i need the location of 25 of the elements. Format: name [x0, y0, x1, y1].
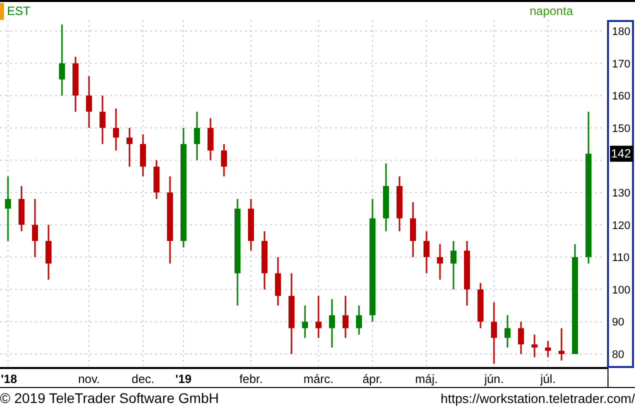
axis-label: 110: [612, 252, 630, 264]
axis-label: júl.: [540, 372, 556, 386]
axis-label: 170: [612, 58, 630, 70]
axis-label: '19: [175, 372, 192, 386]
axis-label: febr.: [239, 372, 263, 386]
axis-label: márc.: [304, 372, 334, 386]
website-link[interactable]: https://workstation.teletrader.com/: [440, 388, 635, 408]
symbol-label: EST: [7, 3, 30, 20]
axis-label: 150: [612, 122, 630, 135]
interval-label: naponta: [530, 3, 573, 20]
axis-label: ápr.: [362, 372, 382, 386]
axis-label: 80: [612, 349, 624, 362]
axis-label: 90: [612, 316, 624, 329]
axis-label: 180: [612, 26, 630, 38]
axis-label: 160: [612, 90, 630, 103]
axis-label: dec.: [132, 372, 154, 386]
axis-label: 120: [612, 220, 630, 232]
axis-label: 100: [612, 284, 630, 296]
axis-label: jún.: [484, 372, 504, 386]
axis-label: '18: [0, 372, 18, 386]
axis-label: 130: [612, 188, 630, 200]
last-price-tag: 142: [610, 146, 633, 162]
axis-label: nov.: [78, 372, 100, 386]
copyright-text: © 2019 TeleTrader Software GmbH: [0, 389, 219, 408]
axis-label: máj.: [415, 372, 438, 386]
